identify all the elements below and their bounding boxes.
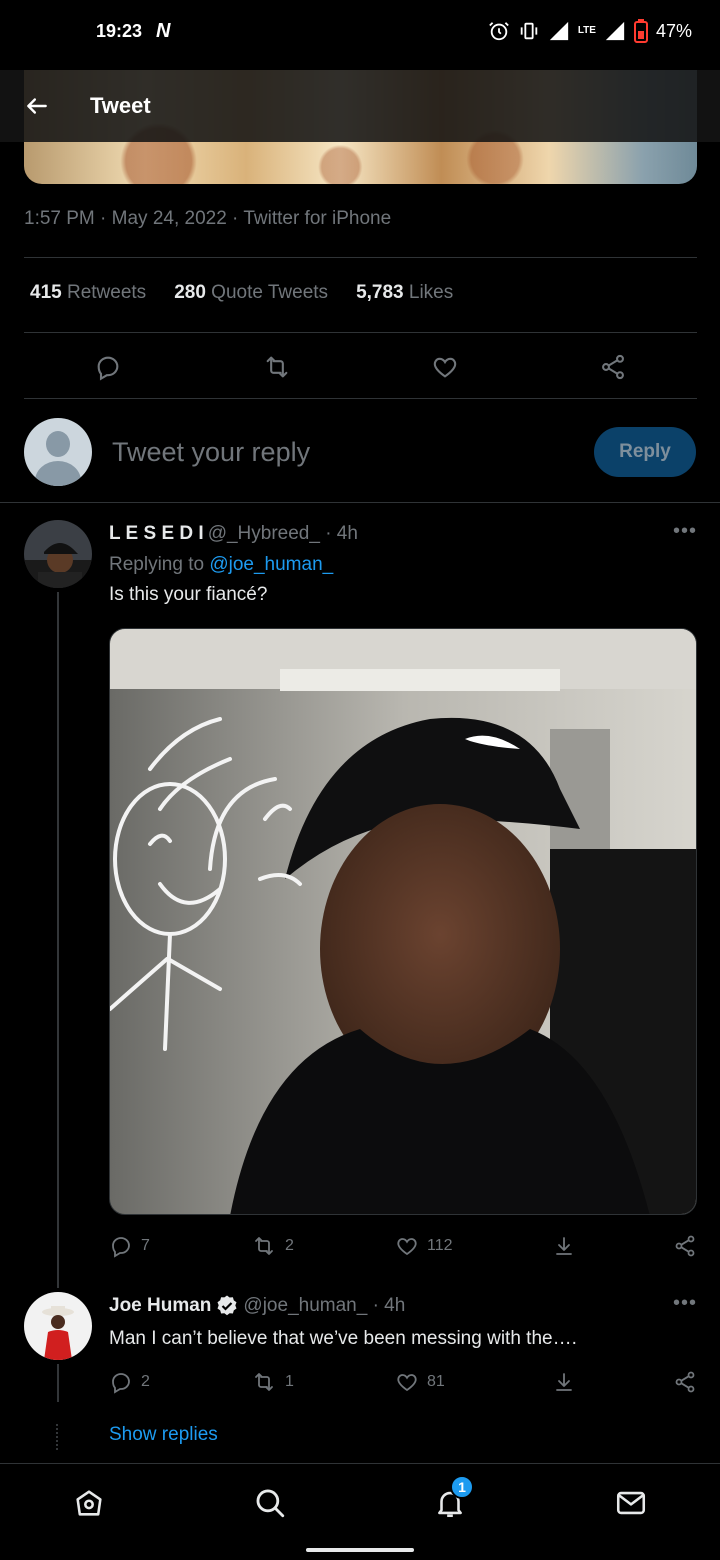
download-action[interactable] bbox=[552, 1234, 576, 1258]
like-count: 112 bbox=[427, 1237, 453, 1254]
retweets-count: 415 bbox=[30, 282, 62, 303]
share-icon[interactable] bbox=[599, 353, 627, 381]
share-icon bbox=[675, 1235, 695, 1257]
replying-to: Replying to @joe_human_ bbox=[109, 554, 697, 576]
notification-badge: 1 bbox=[450, 1475, 474, 1499]
likes-label: Likes bbox=[408, 282, 454, 303]
retweet-icon bbox=[255, 1373, 273, 1391]
nav-home[interactable] bbox=[72, 1486, 106, 1520]
tweet-body: Joe Human @joe_human_ · 4h ••• Man I can… bbox=[109, 1292, 697, 1350]
like-action[interactable]: 81 bbox=[395, 1370, 445, 1394]
tweet-photo[interactable] bbox=[109, 628, 697, 1215]
retweet-icon bbox=[255, 1237, 273, 1255]
my-avatar bbox=[24, 418, 92, 486]
share-action[interactable] bbox=[673, 1370, 697, 1394]
reply-2-actions: 2 1 81 bbox=[109, 1368, 697, 1396]
status-bar: 19:23 N LTE 47% bbox=[0, 0, 720, 62]
like-icon bbox=[397, 1374, 417, 1392]
retweets-stat[interactable]: 415 Retweets bbox=[30, 282, 146, 304]
divider bbox=[24, 332, 697, 333]
like-count: 81 bbox=[427, 1373, 445, 1390]
signal-icon-2 bbox=[605, 21, 625, 41]
download-action[interactable] bbox=[552, 1370, 576, 1394]
battery-icon bbox=[633, 19, 648, 43]
bottom-nav: 1 bbox=[0, 1463, 720, 1560]
nav-messages[interactable] bbox=[614, 1486, 648, 1520]
reply-action[interactable]: 2 bbox=[109, 1370, 150, 1394]
tweet-timestamp: 1:57 PM · May 24, 2022 · Twitter for iPh… bbox=[24, 208, 392, 229]
back-arrow-icon[interactable] bbox=[24, 93, 50, 119]
author-handle: @_Hybreed_ · 4h bbox=[207, 523, 358, 544]
tweet-header: Joe Human @joe_human_ · 4h bbox=[109, 1292, 697, 1320]
reply-count: 7 bbox=[141, 1237, 150, 1254]
mail-icon bbox=[616, 1491, 646, 1515]
battery-percent: 47% bbox=[655, 20, 692, 41]
divider bbox=[24, 398, 697, 399]
home-indicator[interactable] bbox=[306, 1548, 414, 1552]
author-handle: @joe_human_ · 4h bbox=[243, 1295, 406, 1316]
quotes-label: Quote Tweets bbox=[211, 282, 329, 303]
likes-stat[interactable]: 5,783 Likes bbox=[356, 282, 453, 304]
divider bbox=[0, 502, 720, 503]
divider bbox=[24, 257, 697, 258]
tweet-body: L E S E D I @_Hybreed_ · 4h ••• Replying… bbox=[109, 520, 697, 606]
retweets-label: Retweets bbox=[66, 282, 147, 303]
page-title: Tweet bbox=[90, 93, 151, 118]
retweet-icon[interactable] bbox=[262, 353, 292, 381]
tweet-header: L E S E D I @_Hybreed_ · 4h bbox=[109, 520, 697, 548]
reply-count: 2 bbox=[141, 1373, 150, 1390]
mention-link[interactable]: @joe_human_ bbox=[209, 554, 333, 575]
reply-compose: Tweet your reply Reply bbox=[24, 417, 696, 487]
verified-icon bbox=[217, 1295, 237, 1316]
tweet-text: Is this your fiancé? bbox=[109, 584, 268, 605]
retweet-count: 2 bbox=[285, 1237, 294, 1254]
reply-icon bbox=[112, 1373, 130, 1394]
quotes-stat[interactable]: 280 Quote Tweets bbox=[174, 282, 328, 304]
reply-1-actions: 7 2 112 bbox=[109, 1232, 697, 1260]
status-time: 19:23 bbox=[96, 20, 143, 41]
retweet-action[interactable]: 1 bbox=[251, 1370, 294, 1394]
reply-button[interactable]: Reply bbox=[594, 427, 696, 477]
network-type: LTE bbox=[577, 25, 596, 36]
avatar[interactable] bbox=[24, 1292, 92, 1360]
netflix-notification-icon: N bbox=[156, 19, 171, 42]
like-action[interactable]: 112 bbox=[395, 1234, 453, 1258]
replying-prefix: Replying to bbox=[109, 554, 205, 575]
nav-search[interactable] bbox=[253, 1486, 287, 1520]
thread-dots bbox=[56, 1424, 58, 1450]
vibrate-icon bbox=[520, 22, 538, 40]
retweet-count: 1 bbox=[285, 1373, 294, 1390]
thread-line bbox=[57, 1364, 59, 1402]
thread-line bbox=[57, 592, 59, 1288]
tweet-text: Man I can’t believe that we’ve been mess… bbox=[109, 1328, 577, 1349]
alarm-icon bbox=[488, 22, 509, 41]
signal-icon bbox=[549, 21, 568, 41]
more-icon[interactable]: ••• bbox=[673, 1292, 697, 1315]
reply-action[interactable]: 7 bbox=[109, 1234, 150, 1258]
download-icon bbox=[556, 1237, 572, 1255]
share-action[interactable] bbox=[673, 1234, 697, 1258]
main-tweet-actions bbox=[24, 346, 697, 388]
status-icons: LTE 47% bbox=[488, 19, 692, 43]
avatar[interactable] bbox=[24, 520, 92, 588]
like-icon[interactable] bbox=[431, 353, 459, 381]
home-icon bbox=[76, 1490, 102, 1516]
share-icon bbox=[675, 1371, 695, 1393]
header: Tweet bbox=[0, 70, 720, 142]
like-icon bbox=[397, 1238, 417, 1256]
reply-input[interactable]: Tweet your reply bbox=[112, 437, 310, 468]
download-icon bbox=[556, 1373, 572, 1391]
likes-count: 5,783 bbox=[356, 282, 404, 303]
more-icon[interactable]: ••• bbox=[673, 520, 697, 543]
show-replies-link[interactable]: Show replies bbox=[109, 1424, 218, 1446]
reply-icon[interactable] bbox=[94, 353, 122, 381]
author-name[interactable]: L E S E D I bbox=[109, 523, 204, 545]
quotes-count: 280 bbox=[174, 282, 206, 303]
tweet-stats: 415 Retweets 280 Quote Tweets 5,783 Like… bbox=[30, 282, 453, 304]
author-name[interactable]: Joe Human bbox=[109, 1295, 211, 1317]
reply-icon bbox=[112, 1237, 130, 1258]
search-icon bbox=[256, 1489, 285, 1518]
retweet-action[interactable]: 2 bbox=[251, 1234, 294, 1258]
